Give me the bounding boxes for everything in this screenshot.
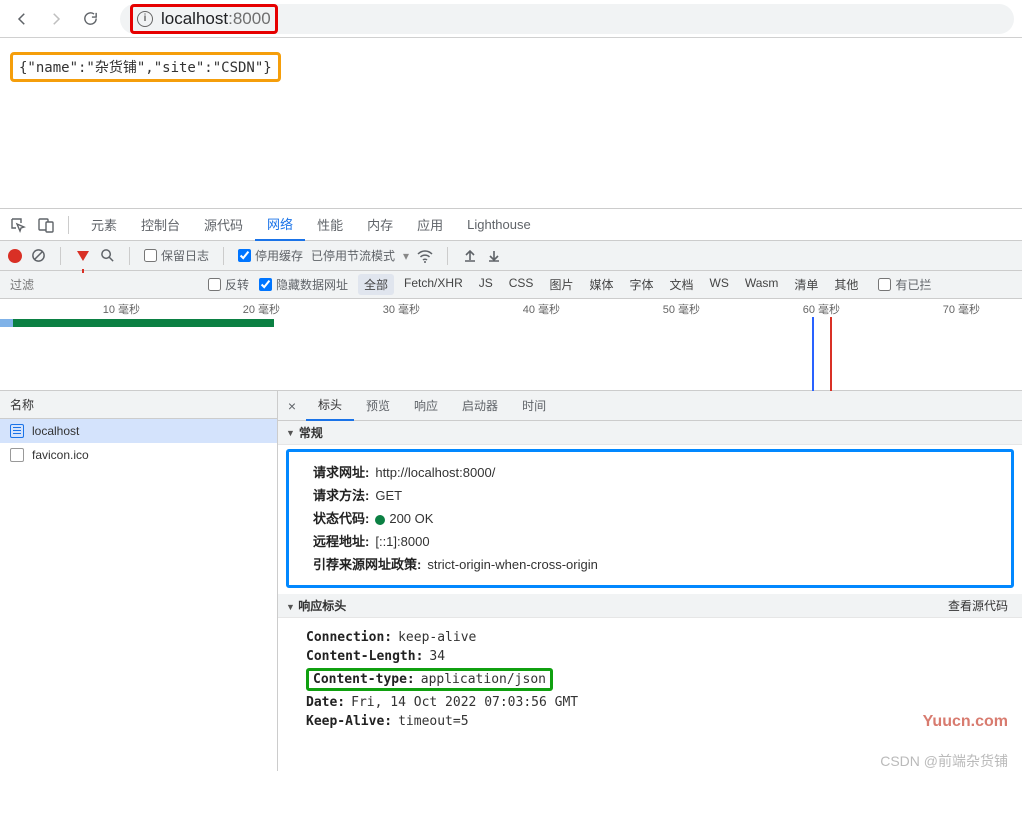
url-port: :8000 <box>228 9 271 28</box>
devtools-tab-控制台[interactable]: 控制台 <box>129 209 192 241</box>
page-content: {"name":"杂货铺","site":"CSDN"} <box>0 38 1022 208</box>
detail-tab-时间[interactable]: 时间 <box>510 391 558 421</box>
close-icon[interactable]: × <box>278 398 306 414</box>
timeline-label: 50 毫秒 <box>663 301 700 317</box>
detail-tabs: × 标头预览响应启动器时间 <box>278 391 1022 421</box>
filter-type-CSS[interactable]: CSS <box>503 274 540 295</box>
filter-input[interactable] <box>8 275 198 295</box>
throttling-label: 已停用节流模式 <box>311 247 395 264</box>
request-name: localhost <box>32 424 79 438</box>
url-highlight-box: i localhost:8000 <box>130 4 278 34</box>
header-row: Keep-Alive:timeout=5 <box>306 714 1008 729</box>
request-detail-panel: × 标头预览响应启动器时间 ▼常规 请求网址:http://localhost:… <box>278 391 1022 771</box>
response-headers-section[interactable]: ▼ 响应标头 查看源代码 <box>278 594 1022 618</box>
devtools-tab-性能[interactable]: 性能 <box>305 209 355 241</box>
filter-type-图片[interactable]: 图片 <box>543 274 579 295</box>
request-list-header: 名称 <box>0 391 277 419</box>
filter-icon[interactable] <box>75 248 91 264</box>
device-toggle-icon[interactable] <box>34 213 58 237</box>
inspect-element-icon[interactable] <box>6 213 30 237</box>
header-row: 引荐来源网址政策:strict-origin-when-cross-origin <box>313 554 1001 573</box>
filter-type-Wasm[interactable]: Wasm <box>739 274 785 295</box>
filter-type-JS[interactable]: JS <box>473 274 499 295</box>
file-icon <box>10 448 24 462</box>
filter-type-字体[interactable]: 字体 <box>623 274 659 295</box>
header-row: Content-Length:34 <box>306 649 1008 664</box>
header-row: Content-type:application/json <box>306 668 1008 691</box>
request-row[interactable]: favicon.ico <box>0 443 277 467</box>
response-body-text: {"name":"杂货铺","site":"CSDN"} <box>10 52 281 82</box>
filter-type-WS[interactable]: WS <box>704 274 735 295</box>
filter-type-其他[interactable]: 其他 <box>828 274 864 295</box>
url-host: localhost <box>161 9 228 28</box>
watermark: CSDN @前端杂货铺 <box>880 751 1008 771</box>
site-info-icon[interactable]: i <box>137 11 153 27</box>
forward-button[interactable] <box>42 5 70 33</box>
detail-tab-标头[interactable]: 标头 <box>306 391 354 421</box>
devtools-panel: 元素控制台源代码网络性能内存应用Lighthouse 保留日志 停用缓存 已停用… <box>0 208 1022 771</box>
watermark: Yuucn.com <box>923 713 1008 731</box>
devtools-main-tabs: 元素控制台源代码网络性能内存应用Lighthouse <box>0 209 1022 241</box>
timeline-label: 40 毫秒 <box>523 301 560 317</box>
network-toolbar: 保留日志 停用缓存 已停用节流模式 ▾ <box>0 241 1022 271</box>
devtools-tab-内存[interactable]: 内存 <box>355 209 405 241</box>
header-row: 状态代码:200 OK <box>313 508 1001 527</box>
timeline-label: 70 毫秒 <box>943 301 980 317</box>
devtools-tab-源代码[interactable]: 源代码 <box>192 209 255 241</box>
preserve-log-checkbox[interactable]: 保留日志 <box>144 247 209 264</box>
filter-type-Fetch/XHR[interactable]: Fetch/XHR <box>398 274 469 295</box>
header-row: 远程地址:[::1]:8000 <box>313 531 1001 550</box>
filter-type-清单[interactable]: 清单 <box>788 274 824 295</box>
devtools-tab-应用[interactable]: 应用 <box>405 209 455 241</box>
timeline-label: 60 毫秒 <box>803 301 840 317</box>
filter-type-文档[interactable]: 文档 <box>663 274 699 295</box>
header-row: Connection:keep-alive <box>306 630 1008 645</box>
filter-type-全部[interactable]: 全部 <box>358 274 394 295</box>
devtools-tab-Lighthouse[interactable]: Lighthouse <box>455 209 543 241</box>
header-row: Date:Fri, 14 Oct 2022 07:03:56 GMT <box>306 695 1008 710</box>
detail-tab-响应[interactable]: 响应 <box>402 391 450 421</box>
download-icon[interactable] <box>486 248 502 264</box>
header-row: 请求网址:http://localhost:8000/ <box>313 462 1001 481</box>
wifi-icon[interactable] <box>417 248 433 264</box>
view-source-link[interactable]: 查看源代码 <box>948 597 1008 614</box>
timeline-label: 20 毫秒 <box>243 301 280 317</box>
devtools-tab-网络[interactable]: 网络 <box>255 209 305 241</box>
general-highlight-box: 请求网址:http://localhost:8000/请求方法:GET 状态代码:… <box>286 449 1014 588</box>
detail-tab-预览[interactable]: 预览 <box>354 391 402 421</box>
request-list: 名称 localhost favicon.ico <box>0 391 278 771</box>
header-row: 请求方法:GET <box>313 485 1001 504</box>
detail-tab-启动器[interactable]: 启动器 <box>450 391 510 421</box>
address-bar[interactable]: i localhost:8000 <box>120 4 1014 34</box>
request-row[interactable]: localhost <box>0 419 277 443</box>
devtools-tab-元素[interactable]: 元素 <box>79 209 129 241</box>
hide-data-checkbox[interactable]: 隐藏数据网址 <box>259 276 348 293</box>
back-button[interactable] <box>8 5 36 33</box>
timeline-label: 30 毫秒 <box>383 301 420 317</box>
reload-button[interactable] <box>76 5 104 33</box>
browser-nav-bar: i localhost:8000 <box>0 0 1022 38</box>
network-filter-bar: 反转 隐藏数据网址 全部Fetch/XHRJSCSS图片媒体字体文档WSWasm… <box>0 271 1022 299</box>
blocked-checkbox[interactable]: 有已拦 <box>878 276 931 293</box>
disable-cache-checkbox[interactable]: 停用缓存 <box>238 247 303 264</box>
network-timeline[interactable]: 10 毫秒 20 毫秒 30 毫秒 40 毫秒 50 毫秒 60 毫秒 70 毫秒 <box>0 299 1022 391</box>
upload-icon[interactable] <box>462 248 478 264</box>
invert-checkbox[interactable]: 反转 <box>208 276 249 293</box>
record-button[interactable] <box>8 249 22 263</box>
request-name: favicon.ico <box>32 448 89 462</box>
search-icon[interactable] <box>99 248 115 264</box>
document-icon <box>10 424 24 438</box>
network-body: 名称 localhost favicon.ico × 标头预览响应启动器时间 ▼常… <box>0 391 1022 771</box>
timeline-label: 10 毫秒 <box>103 301 140 317</box>
filter-type-媒体[interactable]: 媒体 <box>583 274 619 295</box>
throttling-caret-icon[interactable]: ▾ <box>403 249 409 263</box>
clear-button[interactable] <box>30 248 46 264</box>
general-section-header[interactable]: ▼常规 <box>278 421 1022 445</box>
